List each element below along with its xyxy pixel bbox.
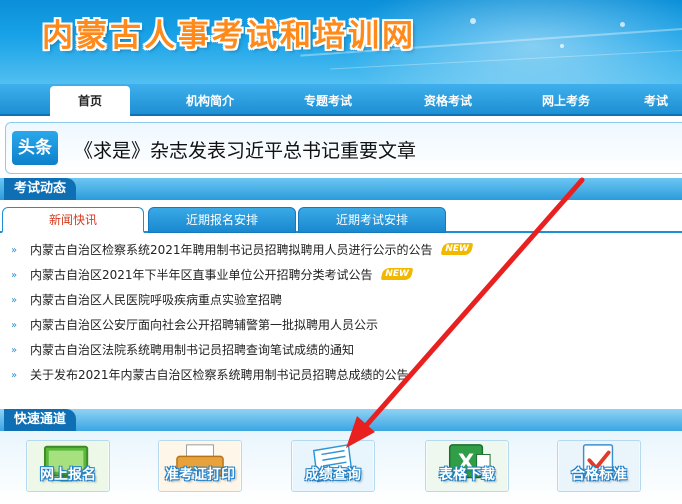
quick-access-header: 快速通道 xyxy=(0,409,682,431)
double-chevron-icon: » xyxy=(11,320,18,331)
list-item[interactable]: » 关于发布2021年内蒙古自治区检察系统聘用制书记员招聘总成绩的公告 xyxy=(0,363,682,388)
button-label: 成绩查询 xyxy=(305,467,361,483)
double-chevron-icon: » xyxy=(11,370,18,381)
news-title[interactable]: 内蒙古自治区法院系统聘用制书记员招聘查询笔试成绩的通知 xyxy=(30,343,354,357)
headline-box: 头条 《求是》杂志发表习近平总书记重要文章 xyxy=(5,122,682,174)
list-item[interactable]: » 内蒙古自治区法院系统聘用制书记员招聘查询笔试成绩的通知 xyxy=(0,338,682,363)
news-title[interactable]: 内蒙古自治区2021年下半年区直事业单位公开招聘分类考试公告 xyxy=(30,268,373,282)
news-title[interactable]: 内蒙古自治区检察系统2021年聘用制书记员招聘拟聘用人员进行公示的公告 xyxy=(30,243,433,257)
list-item[interactable]: » 内蒙古自治区人民医院呼吸疾病重点实验室招聘 xyxy=(0,288,682,313)
site-banner: 内蒙古人事考试和培训网 xyxy=(0,0,682,84)
button-label: 准考证打印 xyxy=(165,467,235,483)
news-title[interactable]: 内蒙古自治区人民医院呼吸疾病重点实验室招聘 xyxy=(30,293,282,307)
main-nav: 首页 机构简介 专题考试 资格考试 网上考务 考试 xyxy=(0,84,682,116)
list-item[interactable]: » 内蒙古自治区公安厅面向社会公开招聘辅警第一批拟聘用人员公示 xyxy=(0,313,682,338)
nav-item-exam[interactable]: 考试 xyxy=(644,86,682,116)
headline-link[interactable]: 《求是》杂志发表习近平总书记重要文章 xyxy=(74,136,416,163)
qualification-standard-button[interactable]: 合格标准 xyxy=(557,440,641,492)
quick-access-title: 快速通道 xyxy=(4,409,77,431)
nav-item-online-affairs[interactable]: 网上考务 xyxy=(526,86,606,116)
exam-news-title: 考试动态 xyxy=(4,178,77,200)
double-chevron-icon: » xyxy=(11,245,18,256)
button-label: 网上报名 xyxy=(40,467,96,483)
tab-news-flash[interactable]: 新闻快讯 xyxy=(2,207,144,233)
double-chevron-icon: » xyxy=(11,295,18,306)
nav-item-about[interactable]: 机构简介 xyxy=(170,86,250,116)
online-registration-button[interactable]: 网上报名 xyxy=(26,440,110,492)
new-badge: NEW xyxy=(381,268,414,280)
admission-ticket-print-button[interactable]: 准考证打印 xyxy=(158,440,242,492)
list-item[interactable]: » 内蒙古自治区2021年下半年区直事业单位公开招聘分类考试公告 NEW xyxy=(0,263,682,288)
exam-news-tabs: 新闻快讯 近期报名安排 近期考试安排 xyxy=(0,207,682,233)
button-label: 表格下载 xyxy=(439,467,495,483)
score-query-button[interactable]: 成绩查询 xyxy=(291,440,375,492)
news-list: » 内蒙古自治区检察系统2021年聘用制书记员招聘拟聘用人员进行公示的公告 NE… xyxy=(0,238,682,398)
list-item[interactable]: » 内蒙古自治区检察系统2021年聘用制书记员招聘拟聘用人员进行公示的公告 NE… xyxy=(0,238,682,263)
tab-recent-exams[interactable]: 近期考试安排 xyxy=(298,207,446,233)
double-chevron-icon: » xyxy=(11,345,18,356)
new-badge: NEW xyxy=(441,243,474,255)
nav-item-home[interactable]: 首页 xyxy=(50,86,130,116)
news-title[interactable]: 关于发布2021年内蒙古自治区检察系统聘用制书记员招聘总成绩的公告 xyxy=(30,368,409,382)
nav-item-special-exams[interactable]: 专题考试 xyxy=(288,86,368,116)
form-download-button[interactable]: X 表格下载 xyxy=(425,440,509,492)
exam-news-header: 考试动态 xyxy=(0,178,682,200)
button-label: 合格标准 xyxy=(571,467,627,483)
tab-recent-registration[interactable]: 近期报名安排 xyxy=(148,207,296,233)
double-chevron-icon: » xyxy=(11,270,18,281)
news-title[interactable]: 内蒙古自治区公安厅面向社会公开招聘辅警第一批拟聘用人员公示 xyxy=(30,318,378,332)
headline-badge: 头条 xyxy=(12,131,58,165)
nav-item-qualification-exams[interactable]: 资格考试 xyxy=(408,86,488,116)
site-title: 内蒙古人事考试和培训网 xyxy=(42,18,416,54)
